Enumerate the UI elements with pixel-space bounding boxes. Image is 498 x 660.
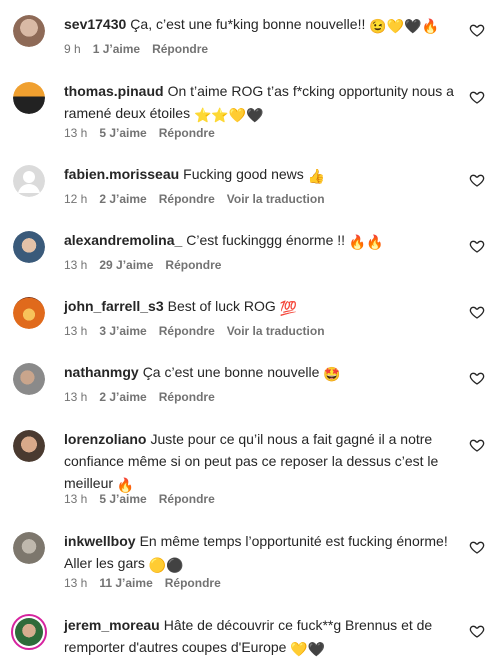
comment-time[interactable]: 13 h (64, 258, 87, 272)
comment-username[interactable]: inkwellboy (64, 533, 136, 549)
avatar[interactable] (13, 363, 45, 395)
comment-emoji: 😉💛🖤🔥 (369, 18, 439, 34)
comment-text: Best of luck ROG (167, 298, 280, 314)
avatar[interactable] (13, 430, 45, 462)
comment-emoji: 👍 (307, 168, 326, 184)
comment-username[interactable]: sev17430 (64, 16, 126, 32)
comment-time[interactable]: 13 h (64, 492, 87, 506)
comment-likes[interactable]: 29 J’aime (99, 258, 153, 272)
comment-time[interactable]: 13 h (64, 126, 87, 140)
avatar[interactable] (13, 231, 45, 263)
comment-emoji: 🟡⚫ (148, 557, 184, 573)
avatar[interactable] (13, 82, 45, 114)
comment-emoji: 🤩 (323, 366, 341, 382)
comment-emoji: 🔥🔥 (348, 234, 384, 250)
reply-button[interactable]: Répondre (159, 126, 215, 140)
comment-time[interactable]: 13 h (64, 324, 87, 338)
heart-outline-icon[interactable] (469, 623, 485, 639)
avatar[interactable] (13, 165, 45, 197)
comment-username[interactable]: jerem_moreau (64, 617, 160, 633)
comment-text: Ça c’est une bonne nouvelle (142, 364, 324, 380)
avatar[interactable] (13, 532, 45, 564)
comment-time[interactable]: 13 h (64, 576, 87, 590)
translate-link[interactable]: Voir la traduction (227, 324, 325, 338)
heart-outline-icon[interactable] (469, 304, 485, 320)
reply-button[interactable]: Répondre (159, 492, 215, 506)
comment-username[interactable]: nathanmgy (64, 364, 139, 380)
reply-button[interactable]: Répondre (165, 258, 221, 272)
default-user-icon (18, 171, 40, 193)
avatar[interactable] (13, 297, 45, 329)
comment-likes[interactable]: 2 J’aime (99, 192, 146, 206)
comment-likes[interactable]: 11 J’aime (99, 576, 152, 590)
comment-username[interactable]: fabien.morisseau (64, 166, 179, 182)
reply-button[interactable]: Répondre (159, 192, 215, 206)
comment-username[interactable]: lorenzoliano (64, 431, 146, 447)
comment-likes[interactable]: 2 J’aime (99, 390, 146, 404)
heart-outline-icon[interactable] (469, 172, 485, 188)
heart-outline-icon[interactable] (469, 539, 485, 555)
comment-text: Ça, c’est une fu*king bonne nouvelle!! (130, 16, 370, 32)
reply-button[interactable]: Répondre (159, 324, 215, 338)
comment-likes[interactable]: 5 J’aime (99, 126, 146, 140)
comment-username[interactable]: john_farrell_s3 (64, 298, 164, 314)
reply-button[interactable]: Répondre (165, 576, 221, 590)
heart-outline-icon[interactable] (469, 238, 485, 254)
heart-outline-icon[interactable] (469, 22, 485, 38)
avatar[interactable] (13, 15, 45, 47)
comment-username[interactable]: thomas.pinaud (64, 83, 164, 99)
comment-likes[interactable]: 5 J’aime (99, 492, 146, 506)
comment-time[interactable]: 9 h (64, 42, 81, 56)
heart-outline-icon[interactable] (469, 89, 485, 105)
comment-emoji: 💯 (279, 300, 298, 316)
comment-text: Fucking good news (183, 166, 308, 182)
comment-likes[interactable]: 1 J’aime (93, 42, 140, 56)
reply-button[interactable]: Répondre (152, 42, 208, 56)
reply-button[interactable]: Répondre (159, 390, 215, 404)
translate-link[interactable]: Voir la traduction (227, 192, 325, 206)
comment-emoji: ⭐️⭐️💛🖤 (193, 107, 264, 123)
avatar-story-ring[interactable] (11, 614, 47, 650)
heart-outline-icon[interactable] (469, 370, 485, 386)
heart-outline-icon[interactable] (469, 437, 485, 453)
comment-emoji: 💛🖤 (290, 641, 326, 657)
comment-time[interactable]: 12 h (64, 192, 87, 206)
comment-likes[interactable]: 3 J’aime (99, 324, 146, 338)
comment-text: C’est fuckinggg énorme !! (186, 232, 349, 248)
comment-username[interactable]: alexandremolina_ (64, 232, 182, 248)
comment-time[interactable]: 13 h (64, 390, 87, 404)
